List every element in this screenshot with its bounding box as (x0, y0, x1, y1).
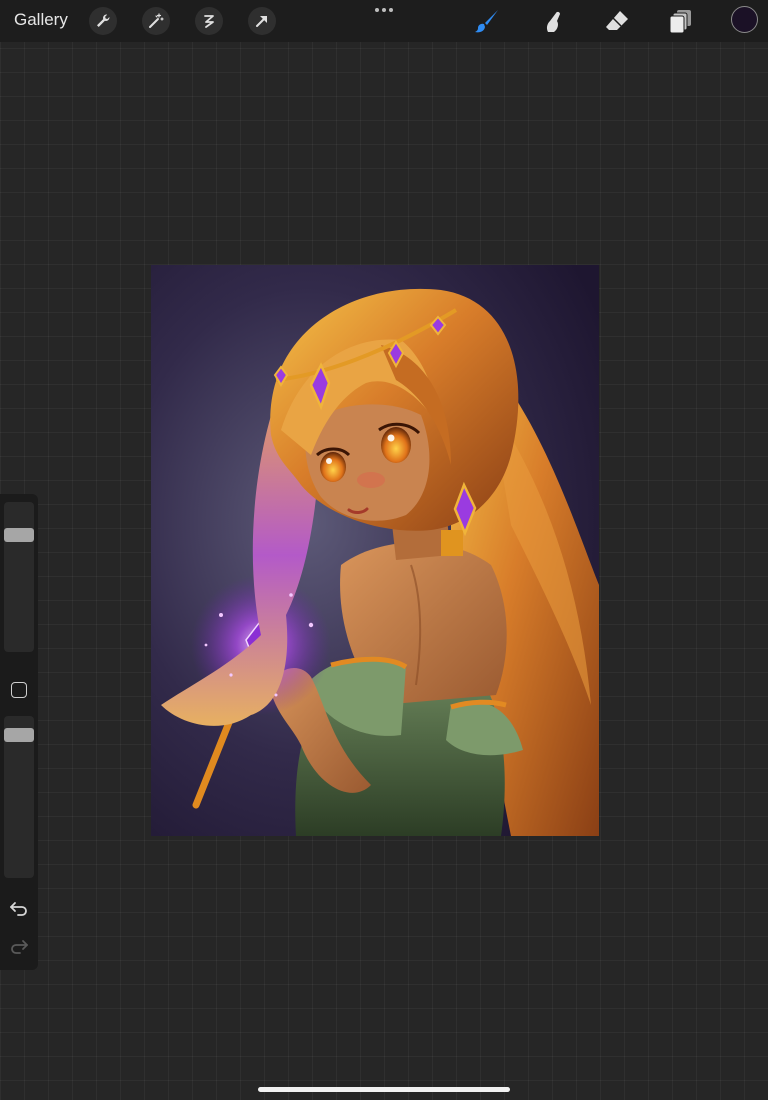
more-dots-icon[interactable] (372, 4, 396, 16)
actions-button[interactable] (89, 7, 117, 35)
left-sidebar (0, 494, 38, 970)
redo-icon[interactable] (9, 937, 29, 955)
undo-icon[interactable] (9, 899, 29, 917)
selection-icon (204, 15, 214, 28)
modify-button-icon[interactable] (11, 682, 27, 698)
canvas-artwork[interactable] (151, 265, 599, 836)
home-indicator (258, 1087, 510, 1092)
layers-icon (669, 10, 691, 34)
brush-size-slider[interactable] (4, 502, 34, 652)
transform-button[interactable] (248, 7, 276, 35)
wrench-icon (97, 14, 110, 27)
magic-wand-icon (149, 13, 164, 28)
top-toolbar: Gallery (0, 0, 768, 42)
selection-button[interactable] (195, 7, 223, 35)
transform-arrow-icon (256, 16, 267, 27)
opacity-thumb[interactable] (4, 728, 34, 742)
brush-size-thumb[interactable] (4, 528, 34, 542)
brush-icon (475, 10, 498, 33)
smudge-tool-button[interactable] (538, 7, 566, 35)
opacity-slider[interactable] (4, 716, 34, 878)
smudge-icon (546, 11, 560, 32)
layers-button[interactable] (667, 7, 695, 35)
eraser-icon (606, 11, 628, 30)
brush-tool-button[interactable] (473, 7, 501, 35)
adjustments-button[interactable] (142, 7, 170, 35)
color-picker-button[interactable] (731, 6, 758, 33)
anime-girl-illustration (151, 265, 599, 836)
gallery-button[interactable]: Gallery (14, 10, 68, 30)
eraser-tool-button[interactable] (603, 7, 631, 35)
